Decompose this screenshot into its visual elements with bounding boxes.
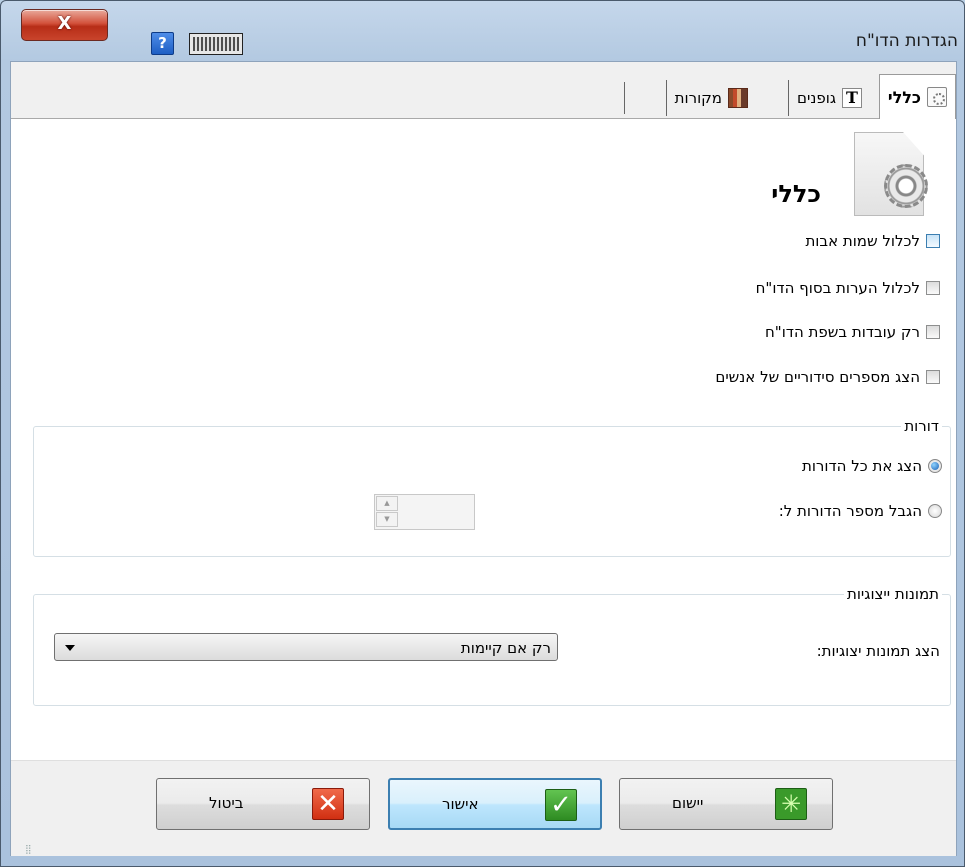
title-bar[interactable]: X ? הגדרות הדו"ח: [1, 1, 964, 61]
checkbox-include-patronymics[interactable]: לכלול שמות אבות: [805, 232, 940, 250]
checkbox-box[interactable]: [926, 234, 940, 248]
dropdown-value: רק אם קיימות: [460, 639, 551, 657]
close-icon: ✕: [312, 788, 344, 820]
radio-limit-generations[interactable]: הגבל מספר הדורות ל:: [779, 502, 942, 520]
checkbox-only-language-facts[interactable]: רק עובדות בשפת הדו"ח: [765, 323, 940, 341]
tab-strip: כללי T גופנים מקורות: [11, 62, 956, 119]
tab-fonts-label: גופנים: [797, 89, 836, 107]
keyboard-button[interactable]: [189, 33, 243, 55]
spinner-up-button[interactable]: ▲: [376, 496, 398, 511]
cancel-label: ביטול: [209, 794, 244, 812]
help-button[interactable]: ?: [151, 32, 174, 55]
dialog-content: כללי T גופנים מקורות כללי לכלול שמות אבו…: [10, 61, 957, 856]
tab-general-label: כללי: [887, 87, 921, 107]
apply-button[interactable]: יישום: [619, 778, 833, 830]
keyboard-icon: [193, 37, 239, 51]
generations-group: דורות הצג את כל הדורות הגבל מספר הדורות …: [33, 417, 951, 557]
tab-sources-label: מקורות: [674, 89, 722, 107]
sources-icon: [728, 88, 748, 108]
tab-general[interactable]: כללי: [878, 74, 956, 119]
page-settings-icon: [844, 132, 940, 216]
checkbox-label: לכלול הערות בסוף הדו"ח: [755, 279, 920, 297]
button-bar: ✕ ביטול ✓ אישור יישום: [11, 760, 956, 856]
close-button[interactable]: X: [21, 9, 108, 41]
radio-button[interactable]: [928, 459, 942, 473]
resize-grip-icon[interactable]: ⣿: [25, 845, 32, 855]
cancel-button[interactable]: ✕ ביטול: [156, 778, 370, 830]
general-settings-icon: [927, 87, 947, 107]
checkbox-include-notes[interactable]: לכלול הערות בסוף הדו"ח: [756, 279, 940, 297]
apply-icon: [775, 788, 807, 820]
generations-legend: דורות: [901, 417, 942, 435]
pictures-legend: תמונות ייצוגיות: [843, 585, 942, 603]
tab-divider: [624, 82, 625, 114]
ok-label: אישור: [442, 795, 479, 813]
radio-show-all-generations[interactable]: הצג את כל הדורות: [802, 457, 942, 475]
checkbox-show-serial-numbers[interactable]: הצג מספרים סידוריים של אנשים: [715, 368, 940, 386]
pictures-group: תמונות ייצוגיות הצג תמונות יצוגיות: רק א…: [33, 585, 951, 706]
radio-button[interactable]: [928, 504, 942, 518]
checkbox-label: רק עובדות בשפת הדו"ח: [765, 323, 920, 341]
apply-label: יישום: [672, 794, 704, 812]
checkmark-icon: ✓: [545, 789, 577, 821]
ok-button[interactable]: ✓ אישור: [388, 778, 602, 830]
checkbox-box[interactable]: [926, 325, 940, 339]
checkbox-label: הצג מספרים סידוריים של אנשים: [715, 368, 920, 386]
chevron-down-icon: [65, 645, 75, 651]
generations-spinner[interactable]: ▲ ▼: [374, 494, 475, 530]
pictures-label: הצג תמונות יצוגיות:: [816, 642, 940, 660]
tab-fonts[interactable]: T גופנים: [788, 80, 870, 116]
checkbox-label: לכלול שמות אבות: [805, 232, 920, 250]
section-heading: כללי: [771, 180, 821, 208]
font-icon: T: [842, 88, 862, 108]
spinner-down-button[interactable]: ▼: [376, 512, 398, 527]
dialog-window: X ? הגדרות הדו"ח כללי T גופנים מקורות כל…: [0, 0, 965, 867]
checkbox-box[interactable]: [926, 281, 940, 295]
tab-sources[interactable]: מקורות: [665, 80, 756, 116]
window-title: הגדרות הדו"ח: [855, 31, 958, 51]
radio-label: הגבל מספר הדורות ל:: [778, 502, 922, 520]
checkbox-box[interactable]: [926, 370, 940, 384]
radio-label: הצג את כל הדורות: [801, 457, 922, 475]
pictures-dropdown[interactable]: רק אם קיימות: [54, 633, 558, 661]
